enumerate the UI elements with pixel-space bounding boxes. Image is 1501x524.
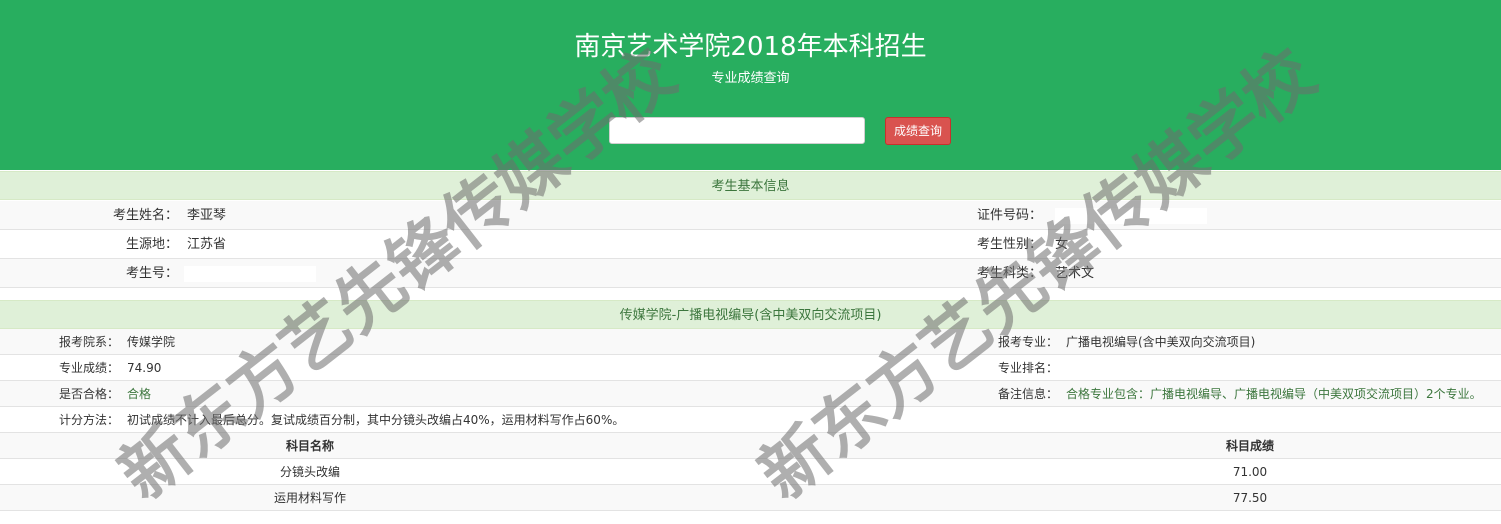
dept-value: 传媒学院 — [127, 335, 176, 349]
category-label: 考生科类： — [977, 266, 1043, 281]
major-row-score: 专业成绩： 74.90 专业排名： — [0, 355, 1501, 381]
major-section-title: 传媒学院-广播电视编导(含中美双向交流项目) — [0, 300, 1501, 329]
name-value: 李亚琴 — [187, 208, 227, 223]
method-label: 计分方法： — [59, 413, 120, 427]
major-row-pass: 是否合格： 合格 备注信息： 合格专业包含：广播电视编导、广播电视编导（中美双项… — [0, 381, 1501, 407]
major-label: 报考专业： — [998, 335, 1059, 349]
info-row-name: 考生姓名： 李亚琴 证件号码： — [0, 201, 1501, 230]
table-row: 分镜头改编 71.00 — [0, 459, 1501, 485]
name-label: 考生姓名： — [112, 208, 178, 223]
subject-score: 71.00 — [1232, 465, 1268, 479]
subject-name: 运用材料写作 — [273, 491, 346, 505]
method-value: 初试成绩不计入最后总分。复试成绩百分制，其中分镜头改编占40%，运用材料写作占6… — [127, 413, 625, 427]
subjects-header-row: 科目名称 科目成绩 — [0, 433, 1501, 459]
exam-no-value-masked — [184, 259, 316, 288]
subject-score-header: 科目成绩 — [1225, 439, 1274, 453]
exam-no-label: 考生号： — [125, 266, 178, 281]
major-row-dept: 报考院系： 传媒学院 报考专业： 广播电视编导(含中美双向交流项目) — [0, 329, 1501, 355]
info-row-origin: 生源地： 江苏省 考生性别： 女 — [0, 230, 1501, 259]
subject-name: 分镜头改编 — [279, 465, 340, 479]
origin-label: 生源地： — [125, 237, 178, 252]
major-row-method: 计分方法： 初试成绩不计入最后总分。复试成绩百分制，其中分镜头改编占40%，运用… — [0, 407, 1501, 433]
id-label: 证件号码： — [977, 208, 1043, 223]
info-row-exam-no: 考生号： 考生科类： 艺术文 — [0, 259, 1501, 288]
gender-label: 考生性别： — [977, 237, 1043, 252]
page-subtitle: 专业成绩查询 — [711, 71, 790, 86]
search-button[interactable]: 成绩查询 — [885, 117, 951, 145]
id-value-masked — [1055, 201, 1207, 230]
page-title: 南京艺术学院2018年本科招生 — [574, 32, 927, 62]
subject-score: 77.50 — [1232, 491, 1268, 505]
dept-label: 报考院系： — [59, 335, 120, 349]
origin-value: 江苏省 — [187, 237, 227, 252]
table-row: 运用材料写作 77.50 — [0, 485, 1501, 511]
pass-value: 合格 — [127, 387, 152, 401]
rank-label: 专业排名： — [998, 361, 1059, 375]
subject-name-header: 科目名称 — [285, 439, 334, 453]
score-value: 74.90 — [127, 361, 162, 375]
remark-label: 备注信息： — [998, 387, 1059, 401]
basic-info-section-title: 考生基本信息 — [0, 171, 1501, 200]
pass-label: 是否合格： — [59, 387, 120, 401]
remark-value: 合格专业包含：广播电视编导、广播电视编导（中美双项交流项目）2个专业。 — [1066, 387, 1482, 401]
search-input[interactable] — [609, 117, 865, 144]
score-label: 专业成绩： — [59, 361, 120, 375]
major-value: 广播电视编导(含中美双向交流项目) — [1066, 335, 1256, 349]
category-value: 艺术文 — [1055, 266, 1095, 281]
gender-value: 女 — [1055, 237, 1069, 252]
page-header: 南京艺术学院2018年本科招生 专业成绩查询 成绩查询 — [0, 0, 1501, 170]
